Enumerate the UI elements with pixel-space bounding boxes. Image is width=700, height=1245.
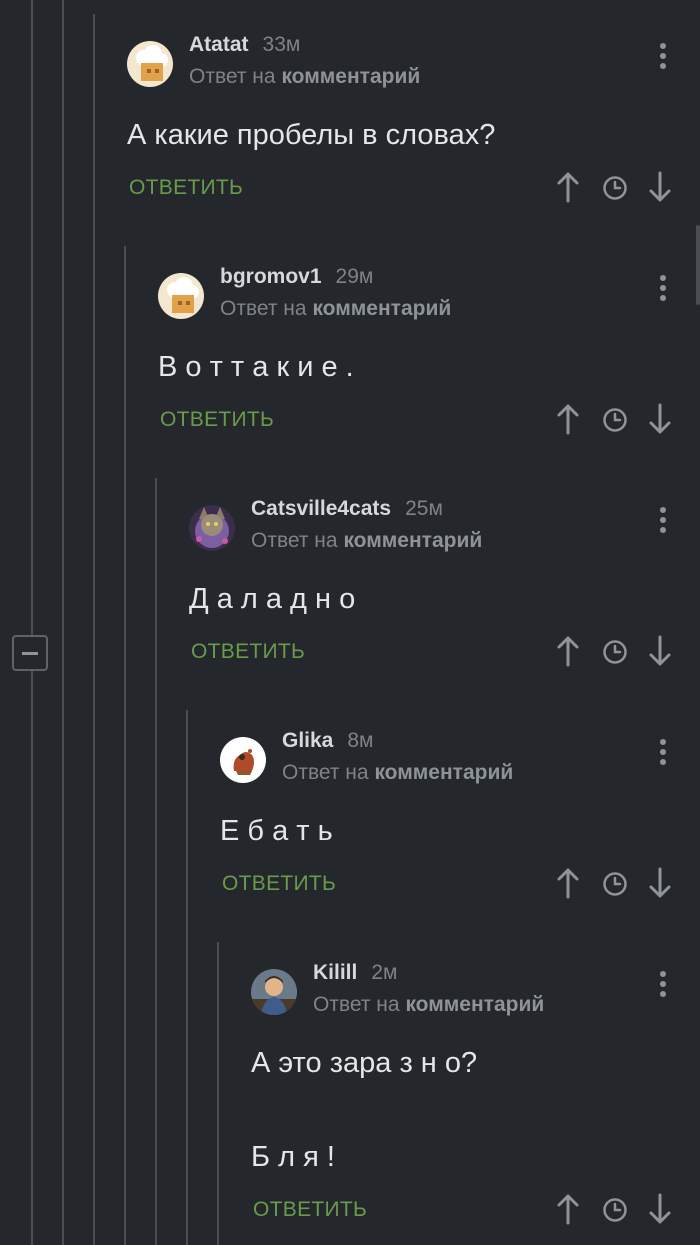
comment-time: 29м	[335, 265, 374, 288]
comment-text: Б л я !	[251, 1141, 335, 1173]
comment: Catsville4cats 25м Ответ на комментарий Д…	[189, 497, 700, 677]
reply-prefix: Ответ на	[282, 761, 369, 784]
reply-target-link[interactable]: комментарий	[374, 761, 513, 784]
comment-text: А какие пробелы в словах?	[127, 119, 496, 151]
reply-target-link[interactable]: комментарий	[343, 529, 482, 552]
clock-icon[interactable]	[602, 1197, 628, 1223]
reply-to: Ответ на комментарий	[282, 761, 513, 785]
avatar[interactable]	[127, 41, 173, 87]
username[interactable]: Atatat 33м	[189, 33, 300, 57]
thread-line	[62, 0, 64, 1245]
arrow-up-icon[interactable]	[556, 635, 580, 667]
reply-to: Ответ на комментарий	[251, 529, 482, 553]
arrow-down-icon[interactable]	[648, 1193, 672, 1225]
comment: Glika 8м Ответ на комментарий Е б а т ь О…	[220, 729, 700, 909]
comment-actions	[556, 1193, 676, 1227]
comment-actions	[556, 171, 676, 205]
reply-target-link[interactable]: комментарий	[281, 65, 420, 88]
reply-button[interactable]: ОТВЕТИТЬ	[253, 1198, 367, 1222]
arrow-up-icon[interactable]	[556, 403, 580, 435]
thread-line	[31, 0, 33, 1245]
comment-text: Е б а т ь	[220, 815, 333, 847]
collapse-thread-button[interactable]	[12, 635, 48, 671]
username-text[interactable]: Atatat	[189, 33, 249, 56]
thread-line	[155, 478, 157, 1245]
username[interactable]: Kilill 2м	[313, 961, 397, 985]
username[interactable]: bgromov1 29м	[220, 265, 373, 289]
avatar[interactable]	[158, 273, 204, 319]
username[interactable]: Catsville4cats 25м	[251, 497, 443, 521]
comment-text: В о т т а к и е .	[158, 351, 354, 383]
comment: bgromov1 29м Ответ на комментарий В о т т…	[158, 265, 700, 445]
arrow-up-icon[interactable]	[556, 867, 580, 899]
reply-target-link[interactable]: комментарий	[405, 993, 544, 1016]
reply-button[interactable]: ОТВЕТИТЬ	[222, 872, 336, 896]
reply-prefix: Ответ на	[189, 65, 276, 88]
arrow-up-icon[interactable]	[556, 171, 580, 203]
person-avatar-icon	[251, 969, 297, 1015]
username-text[interactable]: Kilill	[313, 961, 357, 984]
comment-actions	[556, 635, 676, 669]
clock-icon[interactable]	[602, 175, 628, 201]
arrow-up-icon[interactable]	[556, 1193, 580, 1225]
cartoon-avatar-icon	[220, 737, 266, 783]
username[interactable]: Glika 8м	[282, 729, 374, 753]
arrow-down-icon[interactable]	[648, 635, 672, 667]
more-vertical-icon[interactable]	[660, 739, 666, 769]
reply-target-link[interactable]: комментарий	[312, 297, 451, 320]
thread-line	[186, 710, 188, 1245]
more-vertical-icon[interactable]	[660, 507, 666, 537]
comment: Kilill 2м Ответ на комментарий А это зара…	[251, 961, 700, 1241]
comment-actions	[556, 867, 676, 901]
reply-to: Ответ на комментарий	[220, 297, 451, 321]
comment-time: 25м	[405, 497, 443, 520]
comment-time: 2м	[371, 961, 398, 984]
comment-actions	[556, 403, 676, 437]
reply-to: Ответ на комментарий	[313, 993, 544, 1017]
avatar[interactable]	[251, 969, 297, 1015]
chef-hat-avatar-icon	[158, 273, 204, 319]
arrow-down-icon[interactable]	[648, 867, 672, 899]
arrow-down-icon[interactable]	[648, 171, 672, 203]
username-text[interactable]: bgromov1	[220, 265, 322, 288]
comment-time: 33м	[262, 33, 301, 56]
comment-text: Д а л а д н о	[189, 583, 356, 615]
reply-to: Ответ на комментарий	[189, 65, 420, 89]
reply-button[interactable]: ОТВЕТИТЬ	[129, 176, 243, 200]
reply-prefix: Ответ на	[220, 297, 307, 320]
avatar[interactable]	[220, 737, 266, 783]
thread-line	[124, 246, 126, 1245]
clock-icon[interactable]	[602, 871, 628, 897]
avatar[interactable]	[189, 505, 235, 551]
chef-hat-avatar-icon	[127, 41, 173, 87]
clock-icon[interactable]	[602, 407, 628, 433]
reply-prefix: Ответ на	[251, 529, 338, 552]
comment: Atatat 33м Ответ на комментарий А какие п…	[127, 33, 700, 213]
more-vertical-icon[interactable]	[660, 971, 666, 1001]
username-text[interactable]: Catsville4cats	[251, 497, 391, 520]
arrow-down-icon[interactable]	[648, 403, 672, 435]
reply-prefix: Ответ на	[313, 993, 400, 1016]
minus-icon	[22, 652, 38, 655]
clock-icon[interactable]	[602, 639, 628, 665]
reply-button[interactable]: ОТВЕТИТЬ	[160, 408, 274, 432]
thread-line	[217, 942, 219, 1245]
username-text[interactable]: Glika	[282, 729, 333, 752]
reply-button[interactable]: ОТВЕТИТЬ	[191, 640, 305, 664]
cat-avatar-icon	[189, 505, 235, 551]
thread-line	[93, 14, 95, 1245]
more-vertical-icon[interactable]	[660, 43, 666, 73]
more-vertical-icon[interactable]	[660, 275, 666, 305]
comment-time: 8м	[347, 729, 374, 752]
comment-text: А это зара з н о?	[251, 1047, 478, 1079]
